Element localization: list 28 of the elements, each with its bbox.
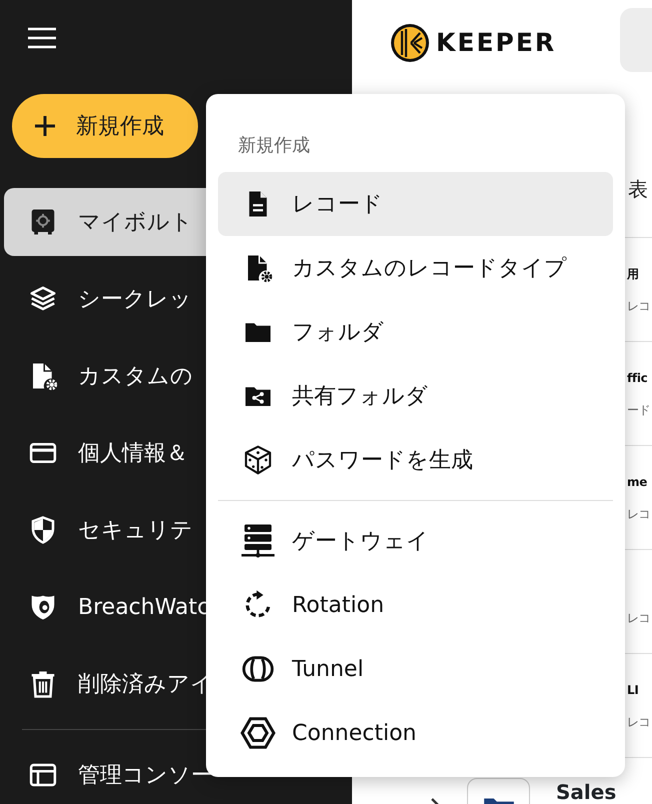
key-logo-icon <box>390 23 430 63</box>
logo: KEEPER <box>390 18 556 68</box>
menu-icon[interactable] <box>28 27 56 49</box>
record-subtitle: レコ <box>627 714 652 731</box>
menu-item[interactable]: ゲートウェイ <box>218 509 613 573</box>
menu-item[interactable]: Tunnel <box>218 637 613 701</box>
server-icon <box>240 523 276 559</box>
menu-item[interactable]: Rotation <box>218 573 613 637</box>
menu-item[interactable]: Connection <box>218 701 613 765</box>
record-subtitle: レコ <box>627 298 652 315</box>
menu-item[interactable]: レコード <box>218 172 613 236</box>
record-title: me <box>627 474 648 491</box>
record-title: LI <box>627 682 640 699</box>
menu-item[interactable]: パスワードを生成 <box>218 428 613 492</box>
record-subtitle: レコ <box>627 610 652 627</box>
record-title: ffic <box>627 370 648 387</box>
new-button[interactable]: 新規作成 <box>12 94 198 158</box>
plus-icon <box>34 115 56 137</box>
menu-heading: 新規作成 <box>237 134 311 158</box>
record-subtitle: ード <box>627 402 652 419</box>
record-title: 用 <box>627 266 640 283</box>
menu-item[interactable]: フォルダ <box>218 300 613 364</box>
menu-item[interactable]: 共有フォルダ <box>218 364 613 428</box>
record-subtitle: レコ <box>627 506 652 523</box>
column-header: 表 <box>628 176 648 203</box>
hexagon-icon <box>240 715 276 751</box>
folder-title: Sales <box>556 780 616 804</box>
dice-icon <box>242 444 274 476</box>
